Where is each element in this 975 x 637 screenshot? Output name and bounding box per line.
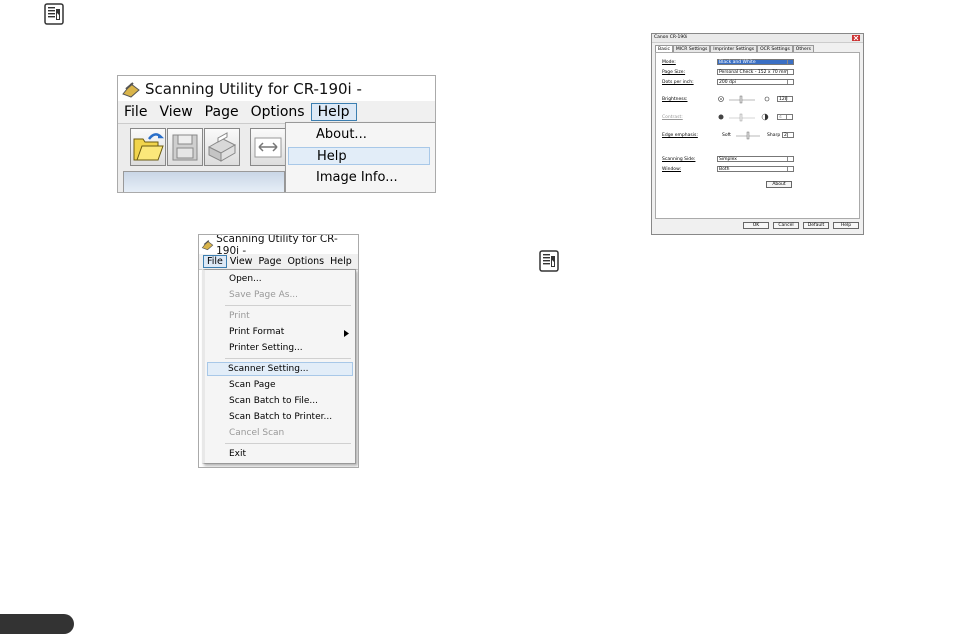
default-button[interactable]: Default — [803, 222, 829, 229]
menu-item-save-page-as[interactable]: Save Page As... — [229, 290, 298, 300]
basic-tab-panel: Mode: Black and White Page Size: Persona… — [655, 52, 860, 219]
menu-bar: File View Page Options Help — [199, 254, 358, 270]
scanner-settings-dialog: Canon CR-190i Basic MICR Settings Imprin… — [651, 33, 864, 235]
help-button[interactable]: Help — [833, 222, 859, 229]
contrast-slider[interactable] — [717, 112, 777, 122]
contrast-label: Contrast: — [662, 115, 683, 120]
cancel-button[interactable]: Cancel — [773, 222, 799, 229]
menu-help[interactable]: Help — [310, 103, 357, 121]
app-icon — [122, 81, 140, 98]
menu-item-print-format[interactable]: Print Format — [229, 327, 284, 337]
menu-item-cancel-scan[interactable]: Cancel Scan — [229, 428, 284, 438]
menu-item-open[interactable]: Open... — [229, 274, 262, 284]
menu-item-help[interactable]: Help — [288, 147, 430, 165]
close-icon[interactable] — [852, 35, 860, 41]
submenu-arrow-icon — [344, 330, 349, 337]
help-menu-screenshot: Scanning Utility for CR-190i - File View… — [117, 75, 436, 193]
scanning-side-select[interactable]: Simplex — [717, 156, 794, 162]
scan-button[interactable] — [204, 128, 240, 166]
brightness-label: Brightness: — [662, 97, 688, 102]
menu-file[interactable]: File — [118, 104, 153, 120]
edge-emphasis-value[interactable]: 2 — [782, 132, 794, 138]
menu-item-scan-page[interactable]: Scan Page — [229, 380, 276, 390]
menu-separator — [225, 305, 351, 306]
window-title-bar: Scanning Utility for CR-190i - — [118, 76, 435, 101]
window-title: Scanning Utility for CR-190i - — [145, 79, 362, 98]
edge-sharp-label: Sharp — [767, 133, 781, 138]
menu-page[interactable]: Page — [255, 256, 284, 267]
menu-options[interactable]: Options — [245, 104, 311, 120]
image-area — [123, 171, 285, 192]
menu-item-scan-batch-to-printer[interactable]: Scan Batch to Printer... — [229, 412, 332, 422]
menu-item-print[interactable]: Print — [229, 311, 250, 321]
floppy-disk-icon — [172, 134, 198, 161]
menu-item-image-info[interactable]: Image Info... — [316, 170, 398, 185]
mode-select[interactable]: Black and White — [717, 59, 794, 65]
folder-open-icon — [133, 133, 165, 161]
menu-bar: File View Page Options Help — [118, 101, 435, 124]
page-size-label: Page Size: — [662, 70, 686, 75]
help-dropdown: About... Help Image Info... — [285, 122, 435, 192]
save-button[interactable] — [167, 128, 203, 166]
dpi-select[interactable]: 200 dpi — [717, 79, 794, 85]
menu-item-scanner-setting[interactable]: Scanner Setting... — [207, 362, 353, 376]
menu-view[interactable]: View — [227, 256, 256, 267]
page-size-select[interactable]: Personal Check - 152 x 70 mm — [717, 69, 794, 75]
note-icon — [539, 250, 559, 272]
menu-options[interactable]: Options — [284, 256, 327, 267]
file-dropdown: Open... Save Page As... Print Print Form… — [202, 269, 356, 464]
page-number-tab — [0, 614, 74, 634]
edge-emphasis-label: Edge emphasis: — [662, 133, 698, 138]
scanning-side-label: Scanning Side: — [662, 157, 696, 162]
menu-page[interactable]: Page — [199, 104, 245, 120]
menu-item-about[interactable]: About... — [316, 127, 367, 142]
about-button[interactable]: About — [766, 181, 792, 188]
brightness-value[interactable]: 128 — [777, 96, 793, 102]
menu-item-scan-batch-to-file[interactable]: Scan Batch to File... — [229, 396, 318, 406]
dialog-title: Canon CR-190i — [654, 35, 688, 40]
edge-emphasis-slider[interactable] — [734, 130, 764, 140]
note-icon — [44, 3, 64, 25]
menu-view[interactable]: View — [153, 104, 198, 120]
edge-soft-label: Soft — [722, 133, 731, 138]
app-icon — [201, 240, 214, 251]
contrast-value[interactable]: 4 — [777, 114, 793, 120]
ok-button[interactable]: OK — [743, 222, 769, 229]
file-menu-screenshot: Scanning Utility for CR-190i - File View… — [198, 234, 359, 468]
dialog-title-bar: Canon CR-190i — [652, 34, 863, 43]
mode-label: Mode: — [662, 60, 676, 65]
fit-width-button[interactable] — [250, 128, 286, 166]
fit-width-icon — [254, 137, 282, 158]
menu-separator — [225, 358, 351, 359]
window-label: Window: — [662, 167, 682, 172]
scanner-icon — [207, 132, 237, 162]
menu-help[interactable]: Help — [327, 256, 355, 267]
window-title-bar: Scanning Utility for CR-190i - — [199, 235, 358, 257]
open-button[interactable] — [130, 128, 166, 166]
dpi-label: Dots per inch: — [662, 80, 694, 85]
menu-file[interactable]: File — [203, 255, 227, 268]
menu-item-exit[interactable]: Exit — [229, 449, 246, 459]
window-select[interactable]: Both — [717, 166, 794, 172]
menu-item-printer-setting[interactable]: Printer Setting... — [229, 343, 303, 353]
menu-separator — [225, 443, 351, 444]
